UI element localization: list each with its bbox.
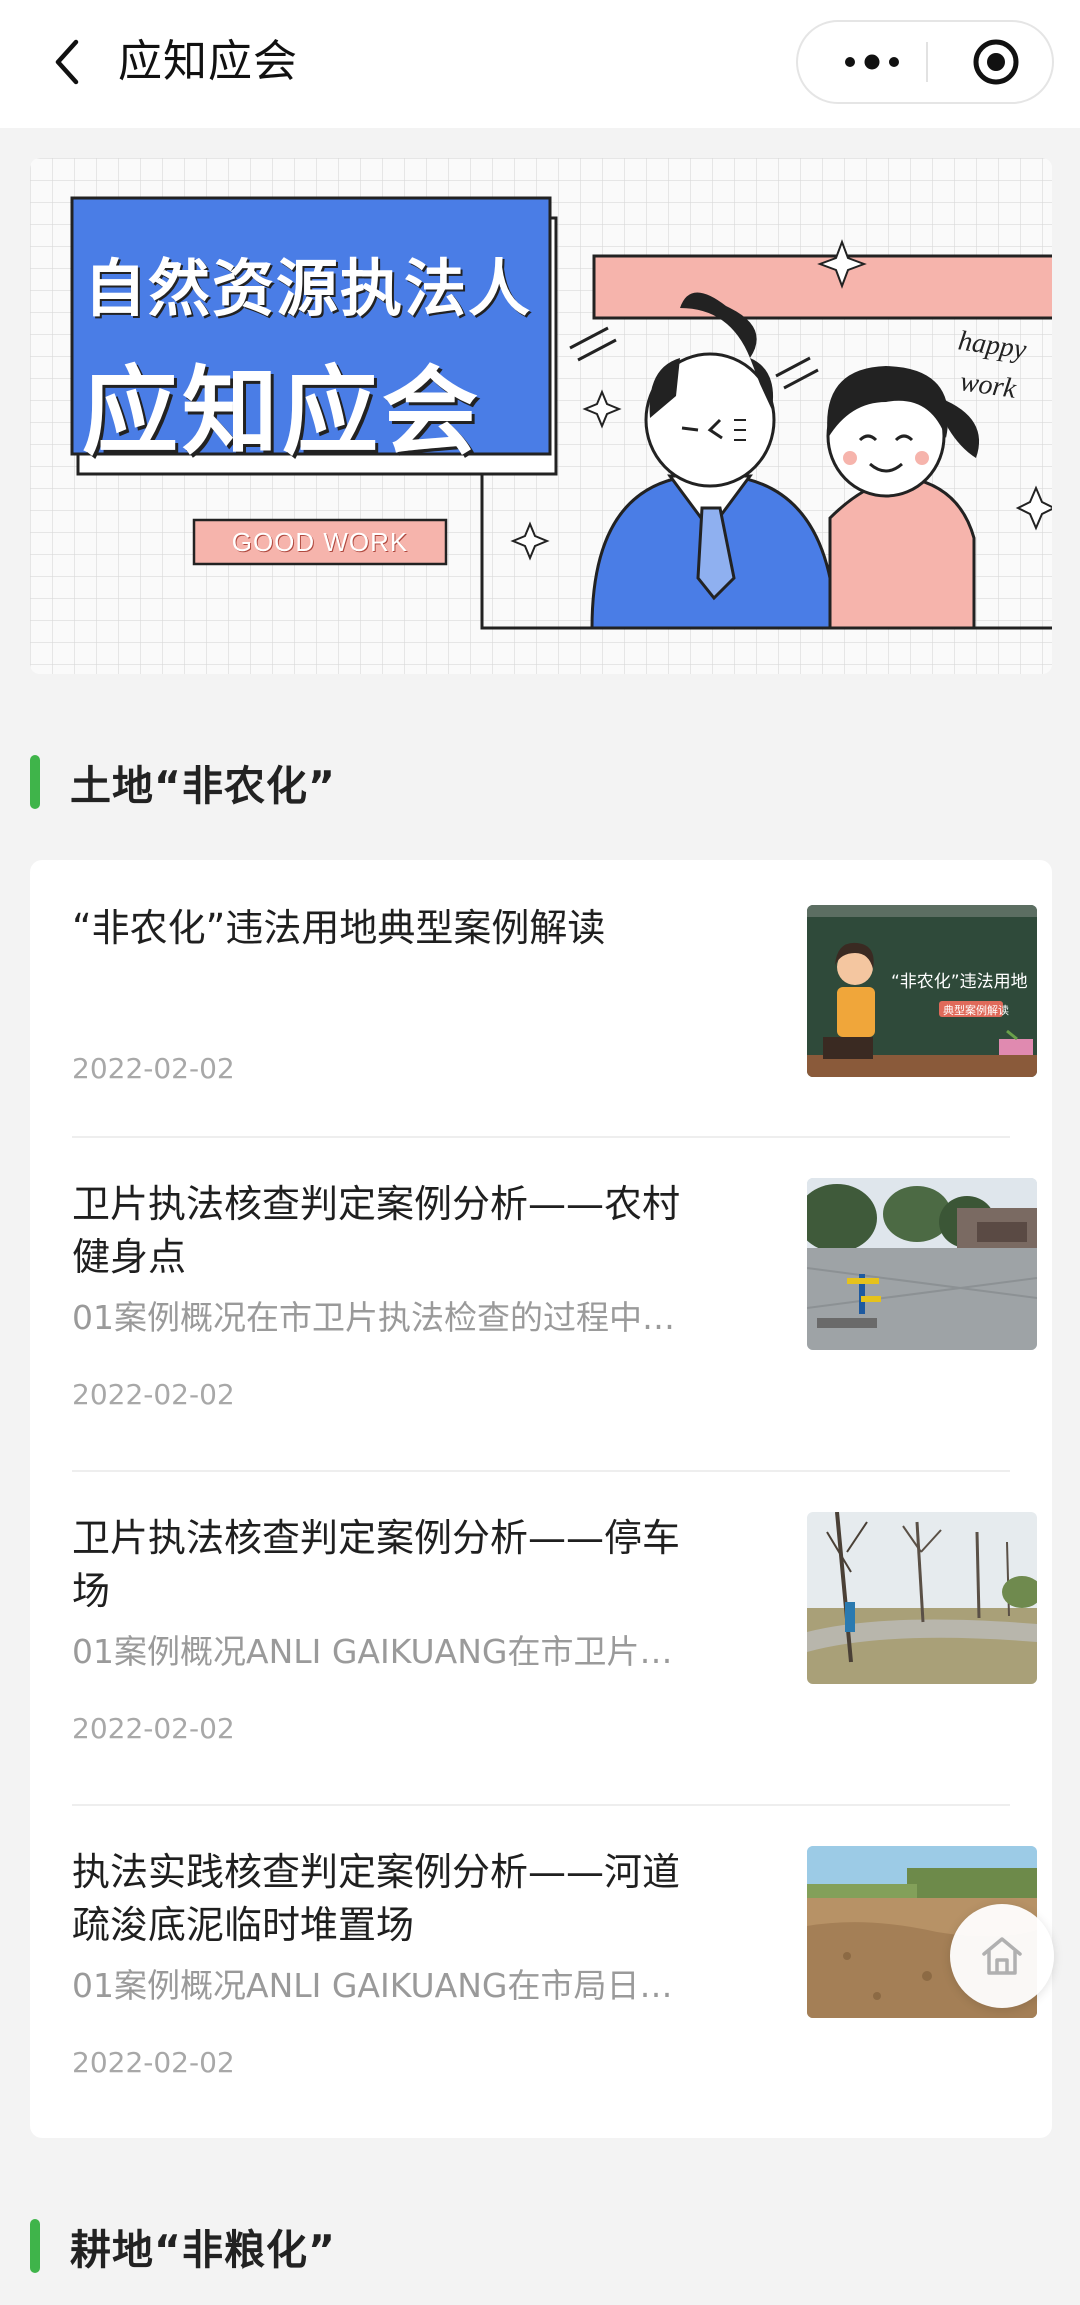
list-divider: [72, 1136, 1010, 1138]
page-title: 应知应会: [118, 36, 298, 87]
tree-lot-photo-icon: [807, 1512, 1037, 1684]
article-item[interactable]: “非农化”违法用地典型案例解读 2022-02-02 “非农化”违法用地 典型案…: [72, 902, 1037, 1102]
fitness-plaza-photo-icon: [807, 1178, 1037, 1350]
target-icon: [973, 39, 1019, 85]
section-accent-bar: [30, 755, 40, 809]
article-item[interactable]: 执法实践核查判定案例分析——河道疏浚底泥临时堆置场 01案例概况ANLI GAI…: [72, 1846, 1037, 2086]
article-date: 2022-02-02: [72, 1378, 235, 1411]
section-header: 耕地“非粮化”: [30, 2216, 336, 2276]
close-mini-program-button[interactable]: [954, 22, 1038, 102]
article-item[interactable]: 卫片执法核查判定案例分析——停车场 01案例概况ANLI GAIKUANG在市卫…: [72, 1512, 1037, 1752]
section-title: 土地“非农化”: [70, 762, 336, 810]
more-dots-icon: [845, 54, 899, 70]
article-thumbnail: “非农化”违法用地 典型案例解读: [807, 905, 1037, 1077]
list-divider: [72, 1470, 1010, 1472]
mini-program-capsule: [796, 20, 1054, 104]
article-item[interactable]: 卫片执法核查判定案例分析——农村健身点 01案例概况在市卫片执法检查的过程中… …: [72, 1178, 1037, 1418]
thumbnail-subcaption: 典型案例解读: [943, 1004, 1009, 1017]
section-title: 耕地“非粮化”: [70, 2226, 336, 2274]
chevron-left-icon: [55, 39, 79, 85]
back-button[interactable]: [36, 30, 100, 94]
article-list-card: “非农化”违法用地典型案例解读 2022-02-02 “非农化”违法用地 典型案…: [30, 860, 1052, 2138]
article-description: 01案例概况ANLI GAIKUANG在市局日…: [72, 1966, 673, 2005]
section-header: 土地“非农化”: [30, 752, 336, 812]
home-icon: [982, 1937, 1022, 1975]
article-date: 2022-02-02: [72, 2046, 235, 2079]
banner-headline-line1: 自然资源执法人: [84, 252, 533, 325]
banner-headline-line2: 应知应会: [82, 356, 482, 468]
navigation-bar: 应知应会: [0, 0, 1080, 128]
article-description: 01案例概况ANLI GAIKUANG在市卫片…: [72, 1632, 673, 1671]
article-thumbnail: [807, 1178, 1037, 1350]
article-thumbnail: [807, 1512, 1037, 1684]
article-title: 执法实践核查判定案例分析——河道疏浚底泥临时堆置场: [72, 1850, 681, 1947]
hero-banner[interactable]: 自然资源执法人 应知应会 GOOD WORK happy work: [30, 158, 1052, 674]
thumbnail-caption: “非农化”违法用地: [891, 972, 1028, 992]
home-float-button[interactable]: [950, 1904, 1054, 2008]
article-title: 卫片执法核查判定案例分析——停车场: [72, 1516, 681, 1613]
banner-tag: GOOD WORK: [231, 527, 409, 557]
more-button[interactable]: [828, 22, 916, 102]
capsule-divider: [926, 42, 928, 82]
article-date: 2022-02-02: [72, 1052, 235, 1085]
article-title: 卫片执法核查判定案例分析——农村健身点: [72, 1182, 681, 1279]
article-title: “非农化”违法用地典型案例解读: [72, 906, 606, 950]
list-divider: [72, 1804, 1010, 1806]
article-description: 01案例概况在市卫片执法检查的过程中…: [72, 1298, 675, 1337]
section-accent-bar: [30, 2219, 40, 2273]
article-date: 2022-02-02: [72, 1712, 235, 1745]
